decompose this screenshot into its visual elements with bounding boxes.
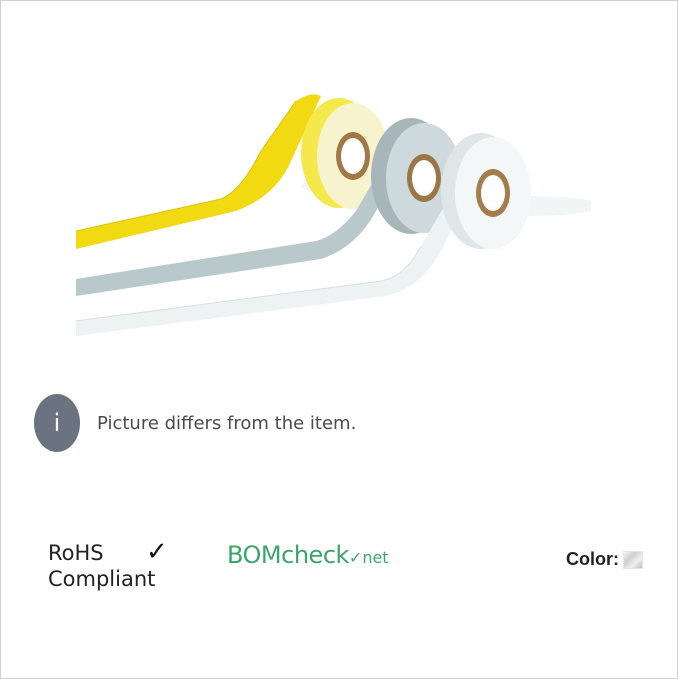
info-icon[interactable]: i [34, 394, 80, 452]
check-icon: ✓ [146, 537, 168, 567]
product-card: i Picture differs from the item. RoHS ✓ … [0, 0, 678, 679]
picture-disclaimer: Picture differs from the item. [97, 413, 357, 434]
rohs-compliant-logo: RoHS ✓ Compliant [48, 537, 178, 597]
bomcheck-logo-part1: BOM [227, 541, 282, 569]
product-image [75, 94, 591, 336]
info-icon-glyph: i [53, 409, 61, 437]
color-swatch [623, 550, 643, 569]
color-info: Color: [566, 549, 643, 570]
bomcheck-logo-part2: check [281, 541, 349, 569]
color-label: Color: [566, 549, 619, 569]
compliant-label: Compliant [48, 567, 156, 591]
bomcheck-logo: BOMcheck✓net [227, 541, 389, 569]
bomcheck-logo-net: net [362, 548, 389, 567]
rohs-label: RoHS [48, 541, 104, 565]
bomcheck-logo-check: ✓ [348, 548, 363, 567]
